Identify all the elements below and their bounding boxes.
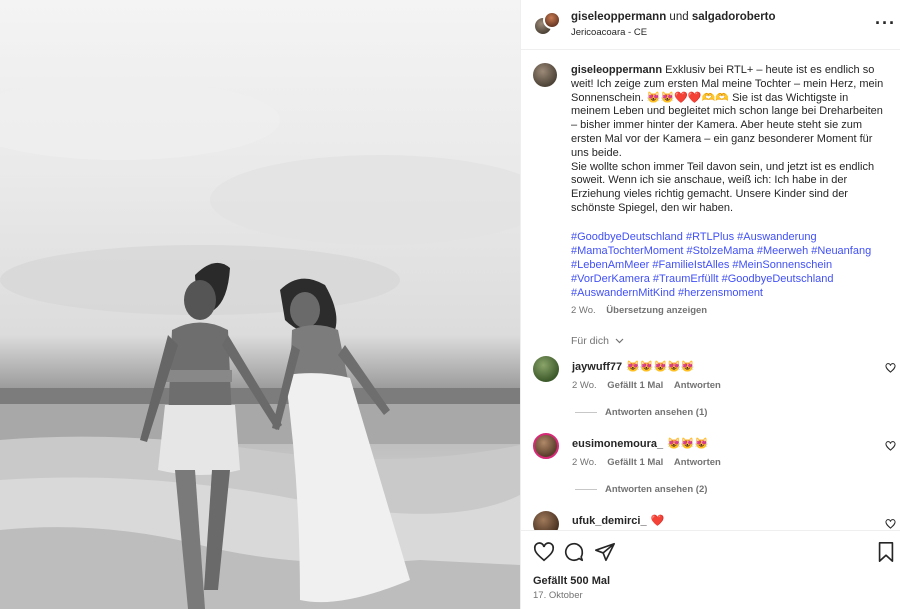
and-text: und (669, 11, 689, 23)
comment-text: 😻😻😻 (667, 438, 709, 450)
comment-likes[interactable]: Gefällt 1 Mal (607, 380, 663, 391)
coauthor-avatar[interactable] (543, 11, 561, 29)
comment-text: ❤️ (650, 515, 665, 527)
chevron-down-icon (615, 335, 624, 347)
likes-count[interactable]: Gefällt 500 Mal (533, 575, 610, 587)
coauthor-username[interactable]: salgadoroberto (692, 11, 776, 23)
caption-hashtags[interactable]: #GoodbyeDeutschland #RTLPlus #Auswanderu… (571, 231, 889, 301)
for-you-dropdown[interactable]: Für dich (571, 335, 624, 347)
comment-username[interactable]: eusimonemoura_ (572, 438, 663, 450)
beach-photo-illustration (0, 80, 520, 609)
comment-username-line: eusimonemoura_ 😻😻😻 (572, 437, 708, 450)
commenter-avatar[interactable] (533, 433, 559, 459)
caption-meta: 2 Wo. Übersetzung anzeigen (571, 305, 715, 316)
post-caption: giseleoppermann Exklusiv bei RTL+ – heut… (571, 64, 889, 216)
caption-text: Exklusiv bei RTL+ – heute ist es endlich… (571, 64, 884, 214)
comment-username-line: jaywuff77 😻😻😻😻😻 (572, 360, 695, 373)
like-comment-heart-icon[interactable] (885, 363, 896, 376)
post-date: 17. Oktober (533, 590, 583, 601)
header-names: giseleoppermann und salgadoroberto (571, 11, 776, 23)
post-header: giseleoppermann und salgadoroberto Jeric… (521, 0, 900, 50)
reply-button[interactable]: Antworten (674, 457, 721, 468)
post-actions-bar: Gefällt 500 Mal 17. Oktober (521, 530, 900, 609)
comment-age: 2 Wo. (572, 380, 597, 391)
caption-username[interactable]: giseleoppermann (571, 64, 662, 76)
save-bookmark-icon[interactable] (875, 541, 897, 563)
comment-meta: 2 Wo. Gefällt 1 Mal Antworten (572, 380, 729, 391)
like-comment-heart-icon[interactable] (885, 441, 896, 454)
reply-button[interactable]: Antworten (674, 380, 721, 391)
show-translation-button[interactable]: Übersetzung anzeigen (606, 305, 707, 316)
location-link[interactable]: Jericoacoara - CE (571, 27, 647, 38)
like-heart-icon[interactable] (533, 541, 555, 563)
commenter-avatar[interactable] (533, 356, 559, 382)
author-username[interactable]: giseleoppermann (571, 11, 666, 23)
share-paper-plane-icon[interactable] (594, 541, 616, 563)
comment-username[interactable]: jaywuff77 (572, 361, 622, 373)
comment-meta: 2 Wo. Gefällt 1 Mal Antworten (572, 457, 729, 468)
caption-age: 2 Wo. (571, 305, 596, 316)
comment-age: 2 Wo. (572, 457, 597, 468)
comment-username[interactable]: ufuk_demirci_ (572, 515, 647, 527)
comment-likes[interactable]: Gefällt 1 Mal (607, 457, 663, 468)
view-replies-button[interactable]: Antworten ansehen (1) (575, 407, 707, 418)
post-photo[interactable] (0, 0, 520, 609)
for-you-label: Für dich (571, 335, 609, 347)
caption-author-avatar[interactable] (533, 63, 557, 87)
comment-text: 😻😻😻😻😻 (626, 361, 695, 373)
post-side-panel: giseleoppermann und salgadoroberto Jeric… (520, 0, 900, 609)
comment-bubble-icon[interactable] (563, 541, 585, 563)
view-replies-button[interactable]: Antworten ansehen (2) (575, 484, 707, 495)
more-horizontal-icon[interactable]: ··· (875, 13, 896, 34)
comment-username-line: ufuk_demirci_ ❤️ (572, 514, 664, 527)
